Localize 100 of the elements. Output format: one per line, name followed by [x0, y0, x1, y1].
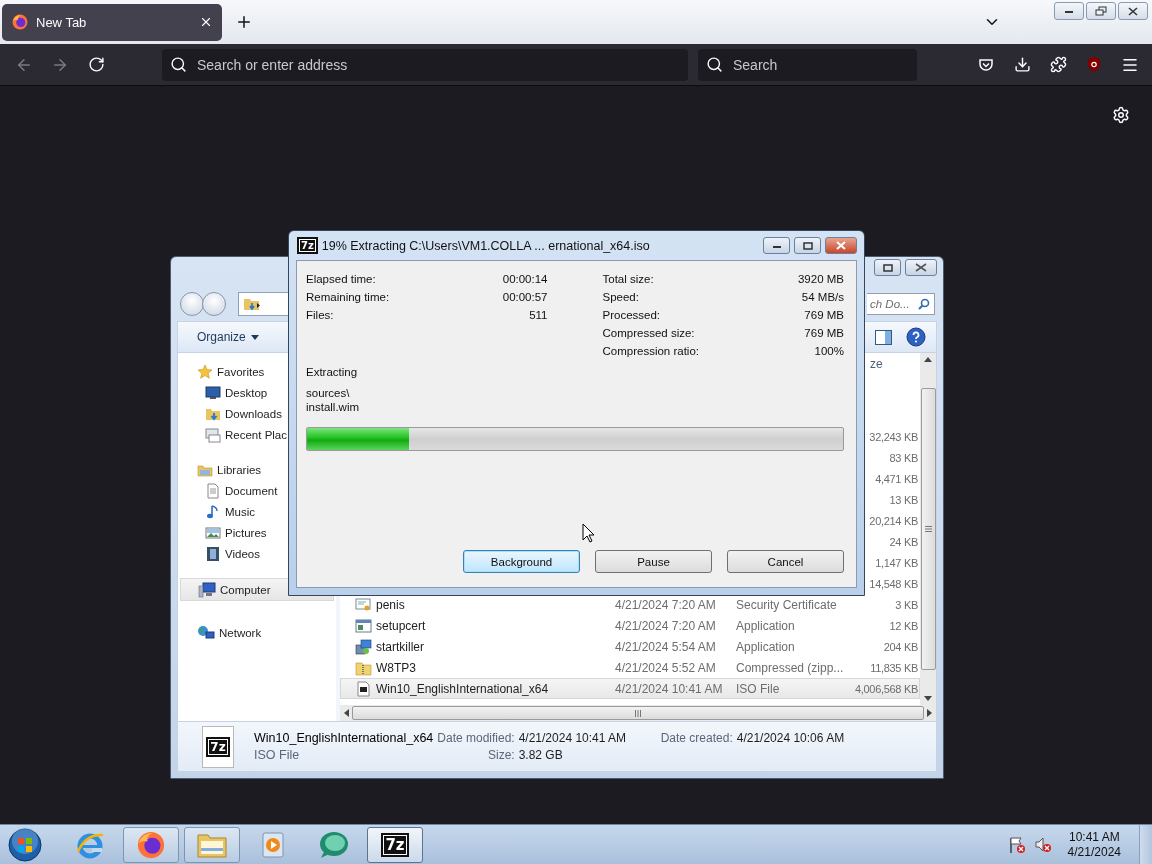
certificate-icon: [355, 596, 372, 613]
stat-value: 00:00:57: [502, 291, 548, 303]
nav-item[interactable]: Recent Plac: [178, 424, 336, 445]
file-name[interactable]: setupcert: [376, 618, 615, 633]
scroll-up-icon[interactable]: [924, 357, 932, 362]
stat-label: Total size:: [602, 273, 654, 285]
muted-speaker-icon[interactable]: [1033, 835, 1052, 854]
chat-bubble-icon: [318, 829, 350, 860]
address-field[interactable]: Search or enter address: [195, 55, 680, 74]
search-field[interactable]: Search: [698, 48, 917, 81]
close-button[interactable]: [825, 237, 857, 254]
scroll-down-icon[interactable]: [924, 696, 932, 701]
download-icon[interactable]: [1013, 56, 1031, 73]
file-date: 4/21/2024 10:41 AM: [615, 681, 724, 696]
search-icon: [170, 56, 187, 73]
forward-button[interactable]: [202, 292, 226, 316]
grip-icon: [635, 709, 641, 717]
app-logo: 7z: [297, 237, 318, 254]
file-name[interactable]: W8TP3: [376, 660, 615, 675]
firefox-icon: [137, 830, 165, 859]
dialog-button[interactable]: Cancel: [727, 550, 844, 573]
globe-icon: [197, 624, 215, 641]
scroll-thumb[interactable]: [920, 388, 936, 670]
file-date: 4/21/2024 7:20 AM: [615, 618, 717, 633]
stat-label: Files:: [306, 309, 334, 321]
dialog-button[interactable]: Background: [463, 550, 580, 573]
taskbar-button[interactable]: [123, 826, 179, 863]
close-button[interactable]: [1118, 2, 1148, 20]
maximize-icon: [882, 263, 893, 272]
settings-icon[interactable]: [1112, 106, 1130, 124]
close-icon: [915, 263, 927, 272]
taskbar-button[interactable]: 7z: [367, 826, 423, 863]
computer-icon: [198, 581, 216, 598]
browser-tab[interactable]: New Tab: [2, 3, 222, 41]
help-icon[interactable]: [906, 327, 926, 347]
file-type: ISO File: [736, 681, 781, 696]
file-path: sources\: [306, 386, 351, 400]
nav-item[interactable]: Document: [178, 480, 336, 501]
nav-item[interactable]: Libraries: [178, 459, 336, 480]
window-stack-icon: [205, 426, 221, 443]
vertical-scrollbar[interactable]: [920, 353, 936, 705]
scroll-thumb[interactable]: [352, 706, 924, 720]
search-field[interactable]: Search: [731, 55, 909, 74]
file-type: ISO File: [254, 748, 301, 762]
start-button[interactable]: [6, 826, 44, 863]
restore-button[interactable]: [874, 259, 901, 276]
file-size: 4,006,568 KB: [854, 682, 918, 695]
back-button[interactable]: [180, 292, 204, 316]
address-field[interactable]: Search or enter address: [162, 48, 688, 81]
caret-icon: [250, 334, 259, 340]
file-size: 20,214 KB: [869, 514, 918, 527]
nav-item[interactable]: Videos: [178, 543, 336, 564]
file-path: install.wim: [306, 400, 361, 414]
nav-item[interactable]: Network: [178, 622, 336, 643]
app-logo: 7z: [381, 832, 409, 857]
stat-value: 54 MB/s: [801, 291, 844, 303]
file-size: 14,548 KB: [869, 577, 918, 590]
pocket-icon[interactable]: [978, 56, 994, 73]
maximize-icon: [802, 241, 813, 250]
clock[interactable]: 10:41 AM 4/21/2024: [1067, 829, 1121, 860]
stat-value: 100%: [814, 345, 844, 357]
dialog-button[interactable]: Pause: [595, 550, 712, 573]
file-size: 24 KB: [889, 535, 918, 548]
organize-menu[interactable]: Organize: [193, 327, 263, 347]
nav-item[interactable]: Pictures: [178, 522, 336, 543]
status-text: Extracting: [306, 366, 358, 378]
scroll-right-icon[interactable]: [927, 709, 932, 717]
file-name[interactable]: Win10_EnglishInternational_x64: [376, 681, 615, 696]
horizontal-scrollbar[interactable]: [340, 705, 936, 721]
minimize-button[interactable]: [763, 237, 790, 254]
puzzle-icon[interactable]: [1049, 56, 1067, 73]
reload-icon[interactable]: [87, 56, 105, 73]
file-date: 4/21/2024 5:54 AM: [615, 639, 717, 654]
folder-icon: [243, 296, 261, 312]
search-field[interactable]: ch Do...: [867, 293, 935, 315]
shield-icon[interactable]: [1086, 56, 1102, 73]
stat-value: 00:00:14: [502, 273, 548, 285]
plus-icon[interactable]: [235, 13, 253, 31]
installer-icon: [355, 638, 372, 655]
file-name[interactable]: penis: [376, 597, 615, 612]
minimize-button[interactable]: [1054, 2, 1084, 20]
nav-item[interactable]: Music: [178, 501, 336, 522]
stat-label: Remaining time:: [306, 291, 390, 303]
scroll-left-icon[interactable]: [344, 709, 349, 717]
close-icon[interactable]: [199, 15, 213, 29]
maximize-button[interactable]: [794, 237, 821, 254]
file-type: Compressed (zipp...: [736, 660, 845, 675]
taskbar-button[interactable]: [184, 826, 240, 863]
flag-icon[interactable]: [1007, 835, 1026, 854]
stat-label: Speed:: [602, 291, 639, 303]
preview-pane-icon[interactable]: [875, 329, 892, 345]
stat-value: 511: [529, 309, 548, 321]
close-button[interactable]: [905, 259, 937, 276]
music-note-icon: [205, 503, 221, 520]
column-header[interactable]: ze: [870, 357, 883, 371]
application-icon: [355, 617, 372, 634]
file-name[interactable]: startkiller: [376, 639, 615, 654]
selected-file-row[interactable]: Win10_EnglishInternational_x64 4/21/2024 10:41 AM ISO File 4,006,568 KB: [340, 678, 920, 699]
file-size: 3 KB: [895, 598, 918, 611]
file-type: Security Certificate: [736, 597, 838, 612]
